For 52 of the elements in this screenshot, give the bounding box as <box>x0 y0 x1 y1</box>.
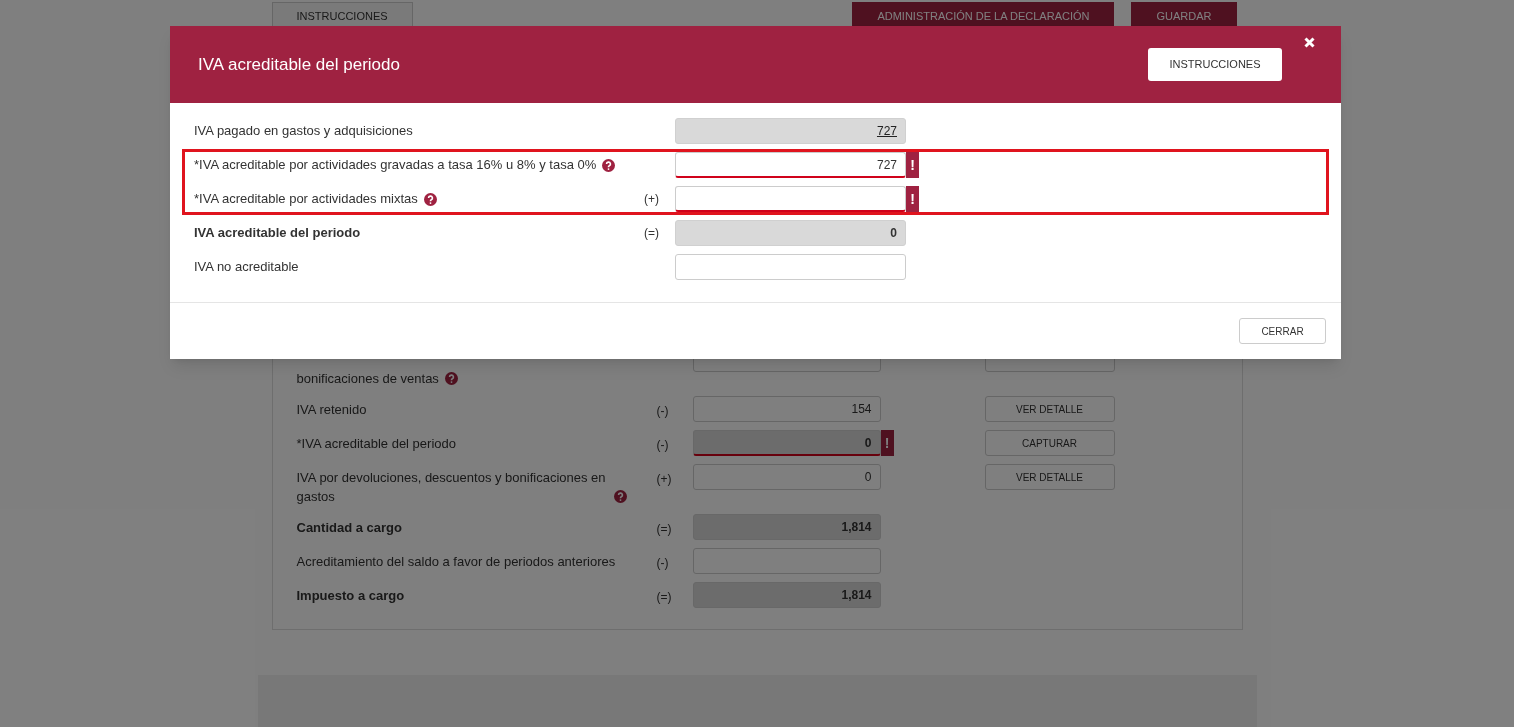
instructions-button[interactable]: INSTRUCCIONES <box>1148 48 1282 81</box>
field-label: IVA acreditable del periodo <box>194 224 361 243</box>
modal-title: IVA acreditable del periodo <box>198 53 400 76</box>
field-label: IVA por devoluciones, descuentos y bonificaciones en gastos <box>296 469 607 506</box>
help-icon[interactable] <box>602 158 616 172</box>
field-label: *IVA acreditable por actividades gravadas a tasa 16% u 8% y tasa 0% <box>194 156 597 175</box>
field-label: IVA retenido <box>296 401 367 419</box>
input-field[interactable] <box>692 548 881 574</box>
detail-button[interactable]: VER DETALLE <box>984 396 1115 422</box>
operator-sign: (-) <box>656 404 669 418</box>
field-label: Impuesto a cargo <box>296 587 405 605</box>
operator-sign: (=) <box>656 522 672 536</box>
help-icon[interactable] <box>613 490 627 503</box>
field-label: IVA pagado en gastos y adquisiciones <box>194 122 413 141</box>
detail-button[interactable]: CAPTURAR <box>984 430 1115 456</box>
input-field[interactable] <box>675 186 906 212</box>
field-value: 1,814 <box>841 519 872 536</box>
detail-button[interactable]: VER DETALLE <box>984 464 1115 490</box>
field-label: *IVA acreditable del periodo <box>296 435 456 453</box>
help-icon[interactable] <box>444 372 458 385</box>
field-label: Acreditamiento del saldo a favor de periodos anteriores <box>296 553 616 571</box>
field-label: Cantidad a cargo <box>296 519 402 537</box>
close-button[interactable]: CERRAR <box>1239 318 1326 344</box>
input-field[interactable]: 727 <box>675 118 906 144</box>
operator-sign: (-) <box>656 556 669 570</box>
field-value: 727 <box>876 156 897 174</box>
input-field[interactable] <box>675 254 906 280</box>
operator-sign: (=) <box>644 226 659 240</box>
error-marker: ! <box>906 152 919 178</box>
field-value: 154 <box>851 401 872 418</box>
input-field[interactable]: 1,814 <box>692 514 881 540</box>
input-field[interactable]: 0 <box>692 430 881 456</box>
operator-sign: (+) <box>644 192 659 206</box>
field-value: 0 <box>890 225 897 242</box>
operator-sign: (+) <box>656 472 672 486</box>
field-label: bonificaciones de ventas <box>296 370 439 388</box>
field-label: *IVA acreditable por actividades mixtas <box>194 190 418 209</box>
field-value: 1,814 <box>841 587 872 604</box>
field-value: 727 <box>876 123 897 140</box>
input-field[interactable]: 0 <box>692 464 881 490</box>
field-label: IVA no acreditable <box>194 258 299 277</box>
field-value: 0 <box>864 434 872 452</box>
operator-sign: (=) <box>656 590 672 604</box>
close-icon[interactable] <box>1304 37 1315 48</box>
input-field[interactable]: 1,814 <box>692 582 881 608</box>
operator-sign: (-) <box>656 438 669 452</box>
input-field[interactable]: 154 <box>692 396 881 422</box>
input-field[interactable]: 0 <box>675 220 906 246</box>
help-icon[interactable] <box>423 192 437 206</box>
error-marker: ! <box>906 186 919 212</box>
input-field[interactable]: 727 <box>675 152 906 178</box>
field-value: 0 <box>864 469 872 486</box>
